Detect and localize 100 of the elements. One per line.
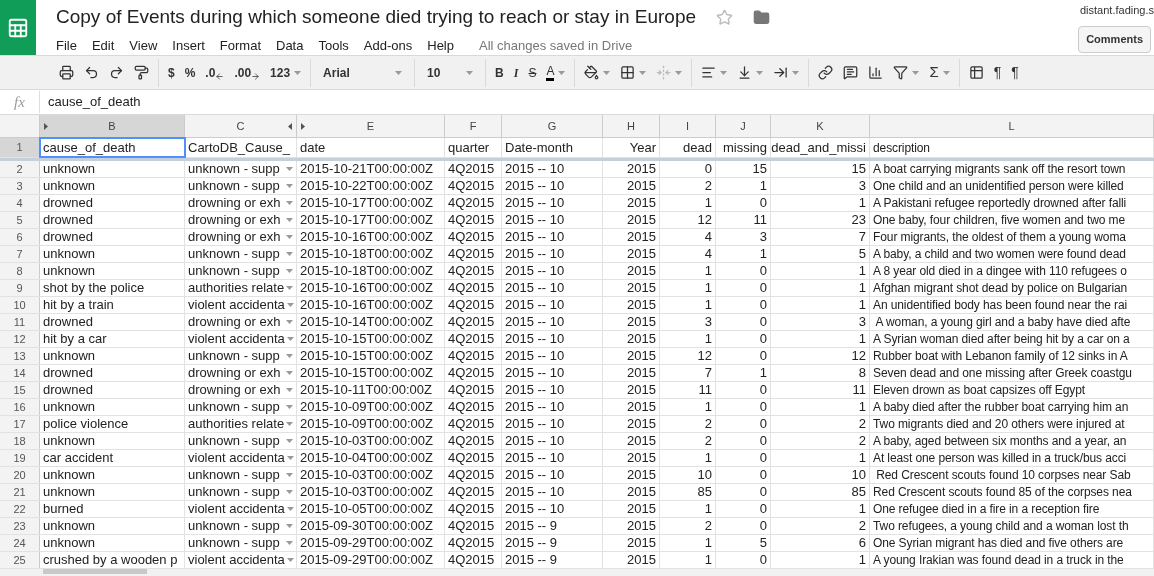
table-cell[interactable]: 4Q2015: [445, 433, 502, 449]
row-number[interactable]: 3: [0, 178, 40, 194]
table-cell[interactable]: Date-month: [502, 138, 603, 157]
menu-item[interactable]: Format: [219, 35, 261, 55]
table-cell[interactable]: drowned: [40, 382, 185, 398]
row-number[interactable]: 6: [0, 229, 40, 245]
menu-item[interactable]: Help: [427, 35, 454, 55]
table-cell[interactable]: 4Q2015: [445, 399, 502, 415]
italic-button[interactable]: I: [508, 60, 524, 85]
table-cell[interactable]: drowning or exh: [185, 229, 297, 245]
table-cell[interactable]: 8: [771, 365, 870, 381]
table-cell[interactable]: 2015: [603, 416, 660, 432]
table-cell[interactable]: 2015 -- 10: [502, 450, 603, 466]
table-cell[interactable]: unknown - supp: [185, 518, 297, 534]
dropdown-caret-icon[interactable]: [286, 201, 293, 205]
table-cell[interactable]: police violence: [40, 416, 185, 432]
table-cell[interactable]: 4Q2015: [445, 229, 502, 245]
table-cell[interactable]: quarter: [445, 138, 502, 157]
table-cell[interactable]: 12: [660, 212, 716, 228]
table-cell[interactable]: 2015-10-15T00:00:00Z: [297, 348, 445, 364]
table-cell[interactable]: 2015: [603, 518, 660, 534]
star-icon[interactable]: [716, 8, 734, 26]
menu-item[interactable]: File: [56, 35, 77, 55]
table-cell[interactable]: missing: [716, 138, 771, 157]
dropdown-caret-icon[interactable]: [286, 507, 294, 511]
table-cell[interactable]: 4: [660, 229, 716, 245]
number-format-button[interactable]: 123: [265, 60, 307, 85]
table-cell[interactable]: 2015 -- 9: [502, 552, 603, 568]
ltr-button[interactable]: ¶: [988, 60, 1007, 85]
row-number[interactable]: 4: [0, 195, 40, 211]
dropdown-caret-icon[interactable]: [286, 269, 293, 273]
table-cell[interactable]: 4Q2015: [445, 263, 502, 279]
table-cell[interactable]: 2015 -- 10: [502, 212, 603, 228]
table-cell[interactable]: 1: [771, 501, 870, 517]
row-number[interactable]: 1: [0, 138, 40, 157]
table-cell[interactable]: unknown - supp: [185, 246, 297, 262]
table-cell[interactable]: 6: [771, 535, 870, 551]
left-triangle-icon[interactable]: [288, 122, 292, 130]
table-cell[interactable]: 0: [716, 382, 771, 398]
table-cell[interactable]: 2015-10-18T00:00:00Z: [297, 263, 445, 279]
row-number[interactable]: 12: [0, 331, 40, 347]
table-cell[interactable]: 0: [716, 484, 771, 500]
table-cell[interactable]: 2015-10-17T00:00:00Z: [297, 195, 445, 211]
dropdown-caret-icon[interactable]: [286, 252, 293, 256]
table-cell[interactable]: cause_of_death: [40, 138, 185, 157]
table-cell[interactable]: One baby, four children, five women and two me: [870, 212, 1154, 228]
dropdown-caret-icon[interactable]: [286, 218, 293, 222]
table-cell[interactable]: description: [870, 138, 1154, 157]
text-color-button[interactable]: A: [541, 60, 571, 85]
dropdown-caret-icon[interactable]: [286, 354, 293, 358]
table-cell[interactable]: Afghan migrant shot dead by police on Bulgarian: [870, 280, 1154, 296]
table-cell[interactable]: 4Q2015: [445, 382, 502, 398]
table-cell[interactable]: 2015-10-15T00:00:00Z: [297, 365, 445, 381]
table-cell[interactable]: 2015-10-15T00:00:00Z: [297, 331, 445, 347]
table-cell[interactable]: 11: [771, 382, 870, 398]
number-format-button[interactable]: .0: [200, 60, 230, 85]
menu-item[interactable]: Data: [276, 35, 304, 55]
table-cell[interactable]: A 8 year old died in a dingee with 110 refugees o: [870, 263, 1154, 279]
row-number[interactable]: 5: [0, 212, 40, 228]
table-cell[interactable]: 0: [716, 416, 771, 432]
table-cell[interactable]: 2015 -- 10: [502, 229, 603, 245]
table-cell[interactable]: Red Crescent scouts found 10 corpses near Sab: [870, 467, 1154, 483]
table-cell[interactable]: 4Q2015: [445, 518, 502, 534]
table-cell[interactable]: 2015 -- 10: [502, 314, 603, 330]
table-cell[interactable]: unknown - supp: [185, 263, 297, 279]
table-cell[interactable]: violent accidenta: [185, 297, 297, 313]
table-cell[interactable]: 4Q2015: [445, 212, 502, 228]
table-cell[interactable]: dead_and_missi: [771, 138, 870, 157]
table-cell[interactable]: 2015: [603, 229, 660, 245]
table-cell[interactable]: 1: [716, 246, 771, 262]
table-cell[interactable]: 10: [660, 467, 716, 483]
table-cell[interactable]: 4Q2015: [445, 501, 502, 517]
table-cell[interactable]: drowning or exh: [185, 382, 297, 398]
table-cell[interactable]: 2015 -- 10: [502, 433, 603, 449]
table-cell[interactable]: 2015-10-21T00:00:00Z: [297, 161, 445, 177]
formula-input[interactable]: cause_of_death: [40, 92, 1154, 112]
table-cell[interactable]: 23: [771, 212, 870, 228]
table-cell[interactable]: 2015: [603, 399, 660, 415]
table-cell[interactable]: unknown: [40, 535, 185, 551]
table-cell[interactable]: 2015 -- 10: [502, 161, 603, 177]
table-cell[interactable]: 4Q2015: [445, 416, 502, 432]
table-cell[interactable]: 2015: [603, 195, 660, 211]
table-cell[interactable]: A boat carrying migrants sank off the resort town: [870, 161, 1154, 177]
dropdown-caret-icon[interactable]: [395, 70, 403, 75]
table-cell[interactable]: unknown: [40, 467, 185, 483]
table-cell[interactable]: 0: [716, 195, 771, 211]
table-cell[interactable]: unknown - supp: [185, 535, 297, 551]
table-cell[interactable]: unknown: [40, 263, 185, 279]
comments-button[interactable]: Comments: [1078, 25, 1151, 53]
dropdown-caret-icon[interactable]: [286, 184, 293, 188]
account-name[interactable]: distant.fading.s: [1080, 2, 1154, 19]
table-cell[interactable]: 2015 -- 10: [502, 365, 603, 381]
table-cell[interactable]: 4Q2015: [445, 535, 502, 551]
table-cell[interactable]: Rubber boat with Lebanon family of 12 sinks in A: [870, 348, 1154, 364]
table-cell[interactable]: A baby, a child and two women were found dead: [870, 246, 1154, 262]
table-cell[interactable]: 1: [771, 552, 870, 568]
table-cell[interactable]: 2015 -- 10: [502, 297, 603, 313]
document-title[interactable]: Copy of Events during which someone died trying to reach or stay in Europe: [56, 3, 697, 32]
table-cell[interactable]: 2015-10-16T00:00:00Z: [297, 297, 445, 313]
table-cell[interactable]: 4Q2015: [445, 331, 502, 347]
